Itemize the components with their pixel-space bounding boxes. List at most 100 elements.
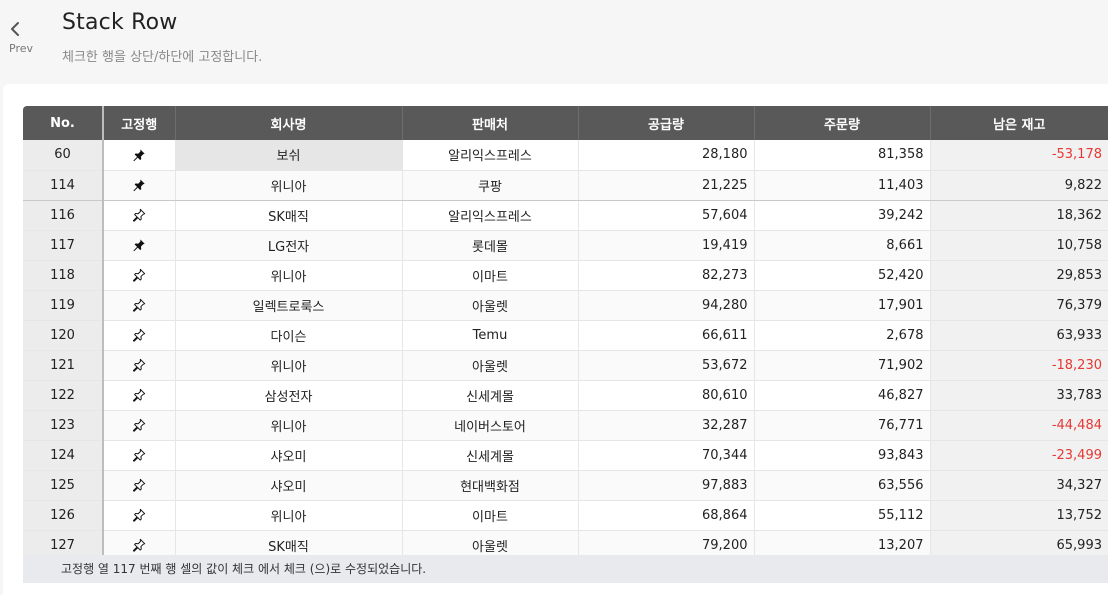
pin-outline-icon[interactable] xyxy=(132,448,146,462)
cell-seller[interactable]: 알리익스프레스 xyxy=(402,140,579,171)
table-row[interactable]: 117 LG전자 롯데몰 19,419 8,661 10,758 xyxy=(23,230,1108,261)
cell-stock[interactable]: 10,758 xyxy=(930,230,1108,261)
cell-seller[interactable]: 아울렛 xyxy=(402,350,579,381)
table-row[interactable]: 122 삼성전자 신세계몰 80,610 46,827 33,783 xyxy=(23,380,1108,411)
cell-company[interactable]: SK매직 xyxy=(175,200,403,231)
table-row[interactable]: 114 위니아 쿠팡 21,225 11,403 9,822 xyxy=(23,170,1108,201)
cell-stock[interactable]: -23,499 xyxy=(930,440,1108,471)
cell-stock[interactable]: 18,362 xyxy=(930,200,1108,231)
cell-order[interactable]: 17,901 xyxy=(754,290,931,321)
cell-order[interactable]: 76,771 xyxy=(754,410,931,441)
cell-company[interactable]: 보쉬 xyxy=(175,140,403,171)
cell-company[interactable]: 샤오미 xyxy=(175,440,403,471)
cell-seller[interactable]: 신세계몰 xyxy=(402,380,579,411)
cell-order[interactable]: 8,661 xyxy=(754,230,931,261)
cell-supply[interactable]: 32,287 xyxy=(578,410,755,441)
column-header-pinned[interactable]: 고정행 xyxy=(103,106,176,140)
cell-seller[interactable]: 아울렛 xyxy=(402,290,579,321)
cell-supply[interactable]: 19,419 xyxy=(578,230,755,261)
cell-seller[interactable]: 알리익스프레스 xyxy=(402,200,579,231)
cell-no[interactable]: 116 xyxy=(23,200,104,231)
cell-pinned[interactable] xyxy=(103,230,176,261)
cell-supply[interactable]: 66,611 xyxy=(578,320,755,351)
cell-company[interactable]: 샤오미 xyxy=(175,470,403,501)
cell-company[interactable]: 위니아 xyxy=(175,350,403,381)
cell-seller[interactable]: 신세계몰 xyxy=(402,440,579,471)
cell-supply[interactable]: 70,344 xyxy=(578,440,755,471)
cell-company[interactable]: 삼성전자 xyxy=(175,380,403,411)
cell-order[interactable]: 93,843 xyxy=(754,440,931,471)
pin-outline-icon[interactable] xyxy=(132,508,146,522)
cell-pinned[interactable] xyxy=(103,140,176,171)
table-row[interactable]: 116 SK매직 알리익스프레스 57,604 39,242 18,362 xyxy=(23,200,1108,231)
cell-order[interactable]: 55,112 xyxy=(754,500,931,531)
cell-order[interactable]: 46,827 xyxy=(754,380,931,411)
pin-filled-icon[interactable] xyxy=(132,178,146,192)
pin-outline-icon[interactable] xyxy=(132,298,146,312)
cell-seller[interactable]: 이마트 xyxy=(402,260,579,291)
table-row[interactable]: 60 보쉬 알리익스프레스 28,180 81,358 -53,178 xyxy=(23,140,1108,171)
prev-button[interactable]: Prev xyxy=(8,18,34,55)
column-header-order[interactable]: 주문량 xyxy=(754,106,931,140)
cell-pinned[interactable] xyxy=(103,350,176,381)
cell-no[interactable]: 114 xyxy=(23,170,104,201)
cell-pinned[interactable] xyxy=(103,320,176,351)
table-row[interactable]: 123 위니아 네이버스토어 32,287 76,771 -44,484 xyxy=(23,410,1108,441)
cell-stock[interactable]: 29,853 xyxy=(930,260,1108,291)
cell-no[interactable]: 119 xyxy=(23,290,104,321)
cell-order[interactable]: 11,403 xyxy=(754,170,931,201)
table-row[interactable]: 126 위니아 이마트 68,864 55,112 13,752 xyxy=(23,500,1108,531)
table-row[interactable]: 125 샤오미 현대백화점 97,883 63,556 34,327 xyxy=(23,470,1108,501)
cell-no[interactable]: 123 xyxy=(23,410,104,441)
cell-pinned[interactable] xyxy=(103,200,176,231)
column-header-seller[interactable]: 판매처 xyxy=(402,106,579,140)
cell-pinned[interactable] xyxy=(103,170,176,201)
cell-stock[interactable]: -18,230 xyxy=(930,350,1108,381)
pin-filled-icon[interactable] xyxy=(132,238,146,252)
cell-stock[interactable]: 63,933 xyxy=(930,320,1108,351)
pin-outline-icon[interactable] xyxy=(132,538,146,552)
cell-pinned[interactable] xyxy=(103,380,176,411)
column-header-supply[interactable]: 공급량 xyxy=(578,106,755,140)
pin-outline-icon[interactable] xyxy=(132,268,146,282)
cell-supply[interactable]: 28,180 xyxy=(578,140,755,171)
cell-company[interactable]: 위니아 xyxy=(175,260,403,291)
cell-stock[interactable]: 13,752 xyxy=(930,500,1108,531)
table-row[interactable]: 119 일렉트로룩스 아울렛 94,280 17,901 76,379 xyxy=(23,290,1108,321)
table-row[interactable]: 120 다이슨 Temu 66,611 2,678 63,933 xyxy=(23,320,1108,351)
cell-stock[interactable]: 34,327 xyxy=(930,470,1108,501)
cell-no[interactable]: 124 xyxy=(23,440,104,471)
cell-no[interactable]: 125 xyxy=(23,470,104,501)
table-row[interactable]: 124 샤오미 신세계몰 70,344 93,843 -23,499 xyxy=(23,440,1108,471)
cell-seller[interactable]: 쿠팡 xyxy=(402,170,579,201)
pin-outline-icon[interactable] xyxy=(132,208,146,222)
pin-outline-icon[interactable] xyxy=(132,478,146,492)
cell-no[interactable]: 122 xyxy=(23,380,104,411)
cell-pinned[interactable] xyxy=(103,410,176,441)
cell-no[interactable]: 117 xyxy=(23,230,104,261)
cell-order[interactable]: 2,678 xyxy=(754,320,931,351)
cell-no[interactable]: 126 xyxy=(23,500,104,531)
pin-outline-icon[interactable] xyxy=(132,328,146,342)
cell-no[interactable]: 60 xyxy=(23,140,104,171)
cell-order[interactable]: 81,358 xyxy=(754,140,931,171)
cell-company[interactable]: 위니아 xyxy=(175,170,403,201)
cell-company[interactable]: 일렉트로룩스 xyxy=(175,290,403,321)
cell-pinned[interactable] xyxy=(103,470,176,501)
cell-no[interactable]: 121 xyxy=(23,350,104,381)
cell-company[interactable]: 위니아 xyxy=(175,500,403,531)
pin-outline-icon[interactable] xyxy=(132,418,146,432)
table-row[interactable]: 121 위니아 아울렛 53,672 71,902 -18,230 xyxy=(23,350,1108,381)
cell-company[interactable]: 위니아 xyxy=(175,410,403,441)
cell-supply[interactable]: 68,864 xyxy=(578,500,755,531)
cell-supply[interactable]: 57,604 xyxy=(578,200,755,231)
cell-pinned[interactable] xyxy=(103,260,176,291)
cell-pinned[interactable] xyxy=(103,440,176,471)
cell-seller[interactable]: 롯데몰 xyxy=(402,230,579,261)
cell-order[interactable]: 71,902 xyxy=(754,350,931,381)
cell-stock[interactable]: -44,484 xyxy=(930,410,1108,441)
cell-seller[interactable]: 이마트 xyxy=(402,500,579,531)
cell-supply[interactable]: 94,280 xyxy=(578,290,755,321)
pin-outline-icon[interactable] xyxy=(132,388,146,402)
cell-stock[interactable]: 76,379 xyxy=(930,290,1108,321)
